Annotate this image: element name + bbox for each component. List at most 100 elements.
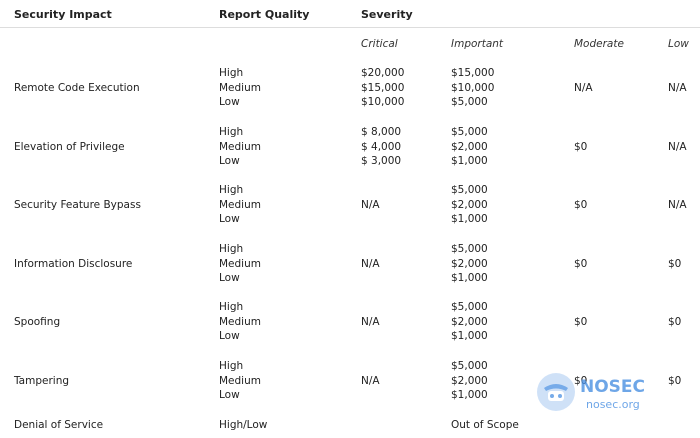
security-feature-bypass-quality-value: Low: [219, 213, 240, 225]
impact-information-disclosure: Information Disclosure: [14, 257, 133, 270]
spoofing-low-cell: $0: [668, 315, 681, 330]
header-severity: Severity: [361, 8, 413, 21]
security-feature-bypass-quality-value: High: [219, 184, 244, 196]
remote-code-execution-important-cell: $15,000 $10,000 $5,000: [451, 66, 494, 110]
severity-important-label: Important: [451, 38, 504, 50]
severity-low-label: Low: [668, 38, 689, 50]
tampering-important-value: $2,000: [451, 374, 488, 387]
information-disclosure-quality-value: High: [219, 243, 244, 255]
elevation-of-privilege-critical-cell: $ 8,000 $ 4,000 $ 3,000: [361, 125, 401, 169]
remote-code-execution-quality-value: High: [219, 67, 244, 79]
remote-code-execution-critical-value: $20,000: [361, 67, 405, 79]
spoofing-moderate-cell: $0: [574, 315, 587, 330]
security-feature-bypass-critical-value: N/A: [361, 198, 380, 211]
spoofing-important-value: $5,000: [451, 301, 488, 313]
header-report-quality: Report Quality: [219, 8, 310, 21]
spoofing-important-value: $1,000: [451, 330, 488, 342]
remote-code-execution-quality-value: Low: [219, 96, 240, 108]
security-feature-bypass-low-cell: N/A: [668, 198, 687, 213]
remote-code-execution-important-value: $15,000: [451, 67, 495, 79]
elevation-of-privilege-important-value: $1,000: [451, 155, 488, 167]
header-divider: [0, 27, 700, 28]
remote-code-execution-moderate-value: N/A: [574, 81, 593, 94]
header-security-impact: Security Impact: [14, 8, 112, 21]
security-feature-bypass-critical-cell: N/A: [361, 198, 380, 213]
elevation-of-privilege-quality-value: Medium: [219, 140, 261, 153]
remote-code-execution-critical-cell: $20,000 $15,000 $10,000: [361, 66, 404, 110]
watermark-domain: nosec.org: [586, 398, 640, 411]
elevation-of-privilege-critical-value: $ 4,000: [361, 140, 402, 153]
spoofing-critical-cell: N/A: [361, 315, 380, 330]
elevation-of-privilege-quality-value: Low: [219, 155, 240, 167]
security-feature-bypass-important-value: $1,000: [451, 213, 488, 225]
spoofing-quality-value: Medium: [219, 315, 261, 328]
elevation-of-privilege-critical-value: $ 3,000: [361, 155, 402, 167]
remote-code-execution-low-value: N/A: [668, 81, 687, 94]
remote-code-execution-important-value: $5,000: [451, 96, 488, 108]
security-feature-bypass-quality-cell: High Medium Low: [219, 183, 261, 227]
information-disclosure-moderate-cell: $0: [574, 257, 587, 272]
elevation-of-privilege-moderate-cell: $0: [574, 140, 587, 155]
tampering-important-cell: $5,000 $2,000 $1,000: [451, 359, 488, 403]
security-feature-bypass-low-value: N/A: [668, 198, 687, 211]
severity-critical-label: Critical: [361, 38, 398, 50]
elevation-of-privilege-important-cell: $5,000 $2,000 $1,000: [451, 125, 488, 169]
nosec-watermark: NOSEC nosec.org: [537, 373, 645, 411]
spoofing-quality-cell: High Medium Low: [219, 300, 261, 344]
important-out-of-scope: Out of Scope: [451, 419, 519, 431]
quality-high-low: High/Low: [219, 419, 268, 431]
spoofing-low-value: $0: [668, 315, 682, 328]
information-disclosure-quality-value: Low: [219, 272, 240, 284]
severity-moderate-label: Moderate: [574, 38, 624, 50]
impact-tampering: Tampering: [14, 374, 70, 387]
elevation-of-privilege-low-value: N/A: [668, 140, 687, 153]
remote-code-execution-critical-value: $15,000: [361, 81, 405, 94]
information-disclosure-important-value: $1,000: [451, 272, 488, 284]
spoofing-quality-value: Low: [219, 330, 240, 342]
elevation-of-privilege-important-value: $5,000: [451, 126, 488, 138]
information-disclosure-quality-value: Medium: [219, 257, 261, 270]
information-disclosure-low-value: $0: [668, 257, 682, 270]
spoofing-quality-value: High: [219, 301, 244, 313]
elevation-of-privilege-low-cell: N/A: [668, 140, 687, 155]
information-disclosure-important-value: $5,000: [451, 243, 488, 255]
information-disclosure-moderate-value: $0: [574, 257, 588, 270]
security-feature-bypass-moderate-value: $0: [574, 198, 588, 211]
watermark-brand: NOSEC: [580, 377, 645, 397]
security-feature-bypass-important-cell: $5,000 $2,000 $1,000: [451, 183, 488, 227]
remote-code-execution-important-value: $10,000: [451, 81, 495, 94]
information-disclosure-important-value: $2,000: [451, 257, 488, 270]
tampering-important-value: $5,000: [451, 360, 488, 372]
remote-code-execution-quality-value: Medium: [219, 81, 261, 94]
information-disclosure-low-cell: $0: [668, 257, 681, 272]
information-disclosure-critical-cell: N/A: [361, 257, 380, 272]
tampering-critical-value: N/A: [361, 374, 380, 387]
information-disclosure-important-cell: $5,000 $2,000 $1,000: [451, 242, 488, 286]
elevation-of-privilege-critical-value: $ 8,000: [361, 126, 402, 138]
elevation-of-privilege-quality-value: High: [219, 126, 244, 138]
elevation-of-privilege-moderate-value: $0: [574, 140, 588, 153]
information-disclosure-critical-value: N/A: [361, 257, 380, 270]
impact-remote-code-execution: Remote Code Execution: [14, 81, 140, 94]
tampering-quality-value: Medium: [219, 374, 261, 387]
security-feature-bypass-moderate-cell: $0: [574, 198, 587, 213]
nosec-logo-icon: [537, 373, 575, 411]
impact-elevation-of-privilege: Elevation of Privilege: [14, 140, 125, 153]
impact-security-feature-bypass: Security Feature Bypass: [14, 198, 141, 211]
remote-code-execution-critical-value: $10,000: [361, 96, 405, 108]
tampering-quality-value: Low: [219, 389, 240, 401]
spoofing-critical-value: N/A: [361, 315, 380, 328]
elevation-of-privilege-quality-cell: High Medium Low: [219, 125, 261, 169]
spoofing-important-cell: $5,000 $2,000 $1,000: [451, 300, 488, 344]
spoofing-moderate-value: $0: [574, 315, 588, 328]
tampering-quality-cell: High Medium Low: [219, 359, 261, 403]
security-feature-bypass-important-value: $2,000: [451, 198, 488, 211]
tampering-critical-cell: N/A: [361, 374, 380, 389]
tampering-important-value: $1,000: [451, 389, 488, 401]
remote-code-execution-low-cell: N/A: [668, 81, 687, 96]
impact-spoofing: Spoofing: [14, 315, 61, 328]
impact-denial-of-service: Denial of Service: [14, 419, 104, 431]
remote-code-execution-moderate-cell: N/A: [574, 81, 593, 96]
security-feature-bypass-quality-value: Medium: [219, 198, 261, 211]
remote-code-execution-quality-cell: High Medium Low: [219, 66, 261, 110]
